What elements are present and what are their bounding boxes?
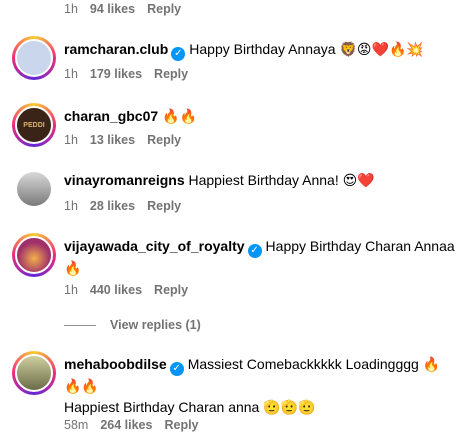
verified-badge-icon: ✓ [171, 47, 186, 61]
avatar[interactable] [12, 351, 56, 395]
reply-button[interactable]: Reply [147, 199, 181, 213]
likes-count[interactable]: 94 likes [90, 2, 135, 16]
comment-time: 58m [64, 418, 89, 432]
comment-meta: 1h 179 likes Reply [64, 67, 188, 81]
comment-meta: 1h 13 likes Reply [64, 133, 181, 147]
comment-username[interactable]: vijayawada_city_of_royalty [64, 238, 245, 254]
divider-line [64, 324, 96, 326]
avatar[interactable] [12, 36, 56, 80]
comment-emojis-line2: 🫡🫡🫡 [263, 400, 316, 416]
likes-count[interactable]: 13 likes [90, 133, 135, 147]
likes-count[interactable]: 28 likes [90, 199, 135, 213]
avatar[interactable]: PEDDI [12, 103, 56, 147]
comment-username[interactable]: mehaboobdilse [64, 356, 167, 372]
view-replies-label[interactable]: View replies (1) [110, 318, 201, 332]
verified-badge-icon: ✓ [247, 244, 262, 258]
comment-meta: 1h 440 likes Reply [64, 283, 188, 297]
reply-button[interactable]: Reply [164, 418, 198, 432]
comment-time: 1h [64, 67, 78, 81]
comment-emojis: 🔥 [64, 261, 82, 277]
comment-text: Massiest Comebackkkkk Loadingggg [187, 356, 419, 372]
comment-meta: 1h 28 likes Reply [64, 199, 181, 213]
reply-button[interactable]: Reply [154, 283, 188, 297]
comment-meta: 58m 264 likes Reply [64, 418, 199, 432]
comment-time: 1h [64, 199, 78, 213]
comment-meta: 1h 94 likes Reply [64, 2, 181, 16]
reply-button[interactable]: Reply [147, 133, 181, 147]
verified-badge-icon: ✓ [169, 362, 184, 376]
comment-text: Happy Birthday Charan Annaa [265, 238, 455, 254]
comment-text: Happy Birthday Annaya [189, 41, 336, 57]
comment-time: 1h [64, 133, 78, 147]
comment-time: 1h [64, 2, 78, 16]
comment-username[interactable]: charan_gbc07 [64, 108, 158, 124]
comment-emojis: 😍❤️ [342, 173, 375, 189]
comment-text: Happiest Birthday Anna! [188, 172, 339, 188]
likes-count[interactable]: 264 likes [100, 418, 152, 432]
comment-username[interactable]: vinayromanreigns [64, 172, 185, 188]
avatar[interactable] [12, 233, 56, 277]
comment-time: 1h [64, 283, 78, 297]
comment-username[interactable]: ramcharan.club [64, 41, 168, 57]
view-replies-button[interactable]: View replies (1) [64, 318, 201, 332]
comment-item: vijayawada_city_of_royalty ✓ Happy Birthda… [12, 233, 457, 277]
comment-emojis: 🔥🔥 [162, 109, 197, 125]
likes-count[interactable]: 179 likes [90, 67, 142, 81]
comment-emojis: 🦁😡❤️🔥💥 [339, 42, 424, 58]
likes-count[interactable]: 440 likes [90, 283, 142, 297]
comment-item: mehaboobdilse ✓ Massiest Comebackkkkk Load… [12, 351, 457, 416]
comment-text-line2: Happiest Birthday Charan anna [64, 399, 260, 415]
reply-button[interactable]: Reply [154, 67, 188, 81]
reply-button[interactable]: Reply [147, 2, 181, 16]
avatar[interactable] [12, 167, 56, 211]
